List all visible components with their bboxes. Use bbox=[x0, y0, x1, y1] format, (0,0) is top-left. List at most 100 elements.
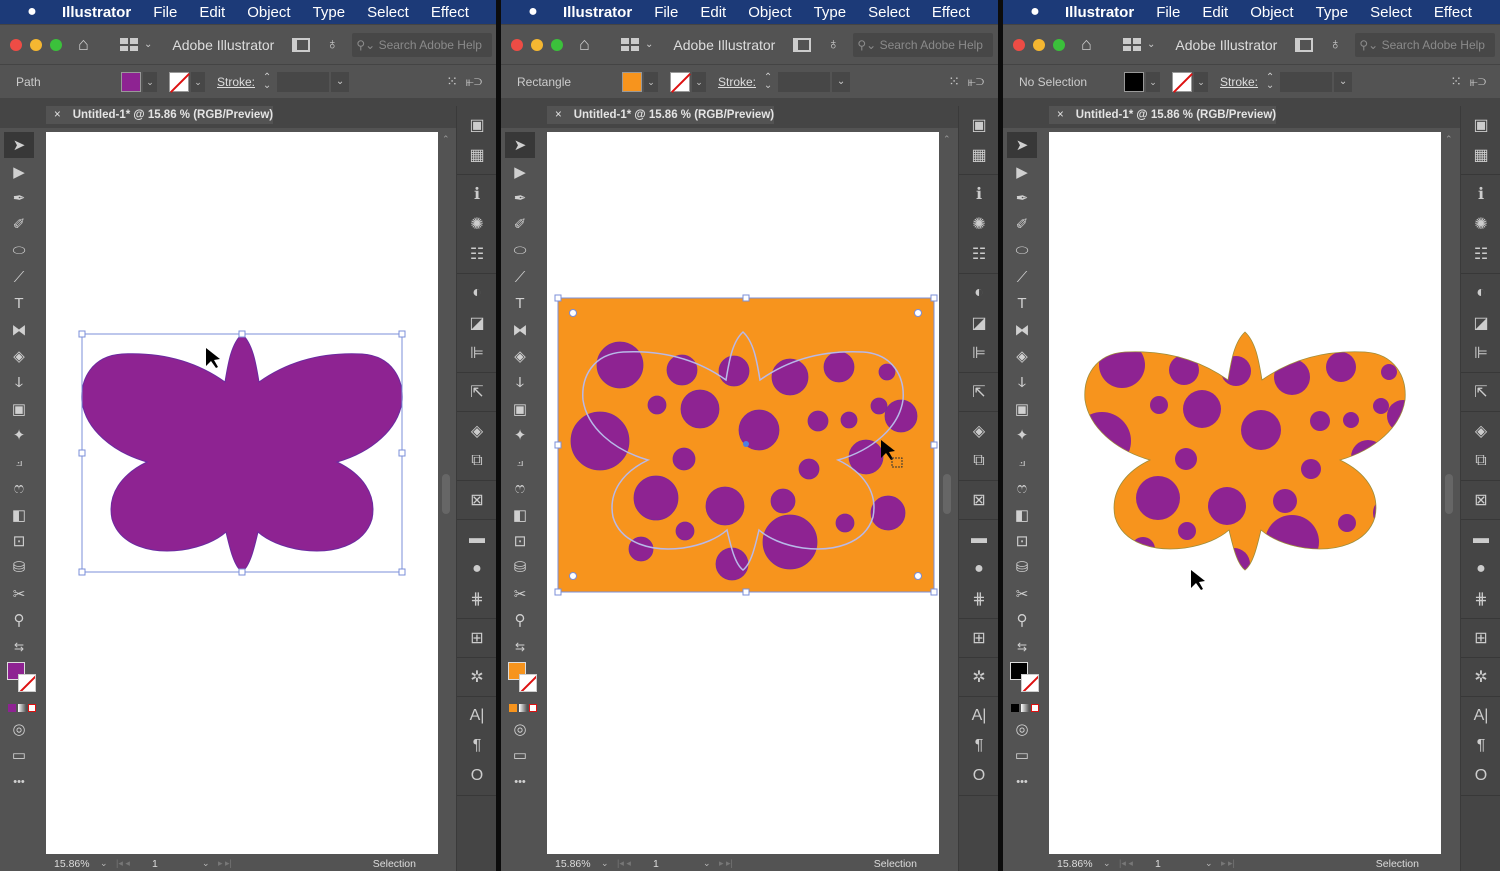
draw-mode-icon[interactable]: ◎ bbox=[505, 716, 535, 742]
export-icon[interactable]: ⇱ bbox=[959, 377, 998, 407]
paragraph-icon[interactable]: ¶ bbox=[959, 731, 998, 761]
next-last-artboard-buttons[interactable]: ▸ ▸| bbox=[719, 858, 799, 869]
menu-object[interactable]: Object bbox=[247, 4, 290, 21]
stroke-panel-icon[interactable]: ⋕ bbox=[1461, 584, 1500, 614]
stroke-weight-input[interactable] bbox=[1280, 71, 1333, 92]
gradient-tool[interactable]: ▣ bbox=[4, 396, 34, 422]
close-tab-icon[interactable]: × bbox=[54, 109, 61, 121]
reflect-tool[interactable]: ⧓ bbox=[1007, 317, 1037, 343]
info-icon[interactable]: ℹ bbox=[1461, 179, 1500, 209]
live-paint-tool[interactable]: ⛁ bbox=[1007, 554, 1037, 580]
pathfinder-icon[interactable]: ⊞ bbox=[959, 623, 998, 653]
stroke-weight-stepper[interactable]: ⌃ ⌄ bbox=[762, 72, 774, 90]
stroke-weight-dropdown[interactable]: ⌄ bbox=[331, 71, 350, 92]
character-icon[interactable]: A| bbox=[959, 701, 998, 731]
transform-icon[interactable]: ◪ bbox=[1461, 308, 1500, 338]
eraser-tool[interactable]: ◈ bbox=[505, 343, 535, 369]
stroke-weight-input[interactable] bbox=[277, 71, 330, 92]
scroll-up-icon[interactable]: ⌃ bbox=[1445, 134, 1453, 145]
export-icon[interactable]: ⇱ bbox=[1461, 377, 1500, 407]
close-tab-icon[interactable]: × bbox=[555, 109, 562, 121]
pin-tool[interactable]: ✦ bbox=[4, 422, 34, 448]
document-tab[interactable]: × Untitled-1* @ 15.86 % (RGB/Preview) bbox=[1049, 106, 1277, 124]
stroke-color-swatch-none[interactable] bbox=[169, 71, 189, 92]
zoom-tool[interactable]: ⚲ bbox=[1007, 607, 1037, 633]
shape-builder-tool[interactable]: ◧ bbox=[4, 501, 34, 527]
scroll-up-icon[interactable]: ⌃ bbox=[943, 134, 951, 145]
menu-app-name[interactable]: Illustrator bbox=[1065, 4, 1134, 21]
lightbulb-icon[interactable]: ♁ bbox=[827, 36, 839, 54]
artboards-icon[interactable]: ⧉ bbox=[1461, 446, 1500, 476]
stroke-weight-stepper[interactable]: ⌃ ⌄ bbox=[1264, 72, 1276, 90]
screen-mode-icon[interactable]: ▭ bbox=[1007, 742, 1037, 768]
artboard-number-field[interactable]: 1 bbox=[1155, 858, 1205, 870]
menu-app-name[interactable]: Illustrator bbox=[62, 4, 131, 21]
menu-edit[interactable]: Edit bbox=[199, 4, 225, 21]
gradient-tool[interactable]: ▣ bbox=[1007, 396, 1037, 422]
lightbulb-icon[interactable]: ♁ bbox=[326, 36, 338, 54]
zoom-level-field[interactable]: 15.86% bbox=[1049, 858, 1103, 870]
first-prev-artboard-buttons[interactable]: |◂ ◂ bbox=[1119, 858, 1155, 869]
curvature-tool[interactable]: ✐ bbox=[4, 211, 34, 237]
stroke-dropdown-chevron[interactable]: ⌄ bbox=[692, 71, 706, 92]
info-icon[interactable]: ℹ bbox=[457, 179, 496, 209]
pen-tool[interactable]: ✒ bbox=[4, 185, 34, 211]
type-tool[interactable]: T bbox=[4, 290, 34, 316]
menu-select[interactable]: Select bbox=[1370, 4, 1412, 21]
eyedropper-tool[interactable]: ⟓ bbox=[4, 449, 34, 475]
panel-toggle-icon[interactable] bbox=[292, 37, 311, 52]
color-guide-icon[interactable]: ◐ bbox=[1461, 278, 1500, 308]
asset-export-icon[interactable]: ⊠ bbox=[1461, 485, 1500, 515]
zoom-window-button[interactable] bbox=[50, 38, 62, 51]
apple-icon[interactable]: ● bbox=[523, 3, 543, 21]
panel-collapse-strip[interactable] bbox=[1003, 98, 1500, 106]
asset-export-icon[interactable]: ⊠ bbox=[457, 485, 496, 515]
opentype-icon[interactable]: O bbox=[959, 761, 998, 791]
draw-mode-icon[interactable]: ◎ bbox=[4, 716, 34, 742]
stroke-label[interactable]: Stroke: bbox=[1220, 75, 1258, 89]
menu-select[interactable]: Select bbox=[367, 4, 409, 21]
artboard-number-field[interactable]: 1 bbox=[152, 858, 202, 870]
none-mode-button[interactable] bbox=[1031, 703, 1039, 712]
artboard[interactable] bbox=[46, 132, 438, 854]
eyedropper-tool[interactable]: ⟓ bbox=[1007, 449, 1037, 475]
fill-dropdown-chevron[interactable]: ⌄ bbox=[143, 71, 157, 92]
pin-tool[interactable]: ✦ bbox=[1007, 422, 1037, 448]
color-guide-icon[interactable]: ◐ bbox=[959, 278, 998, 308]
direct-selection-tool[interactable]: ▶ bbox=[4, 158, 34, 184]
slice-tool[interactable]: ✂ bbox=[505, 581, 535, 607]
menu-object[interactable]: Object bbox=[748, 4, 791, 21]
stroke-indicator-none[interactable] bbox=[18, 673, 36, 692]
zoom-dropdown-chevron[interactable]: ⌄ bbox=[601, 858, 617, 869]
layers-icon[interactable]: ◈ bbox=[959, 416, 998, 446]
workspace-switcher[interactable]: ⌄ bbox=[120, 38, 152, 51]
minimize-window-button[interactable] bbox=[531, 38, 543, 51]
edit-toolbar-button[interactable]: ••• bbox=[4, 769, 34, 795]
panel-collapse-strip[interactable] bbox=[0, 98, 496, 106]
selection-tool[interactable]: ➤ bbox=[4, 132, 34, 159]
artboard[interactable] bbox=[547, 132, 939, 854]
lightbulb-icon[interactable]: ♁ bbox=[1329, 36, 1341, 54]
menu-type[interactable]: Type bbox=[313, 4, 346, 21]
transparency-icon[interactable]: ● bbox=[959, 554, 998, 584]
transform-icon[interactable]: ◪ bbox=[457, 308, 496, 338]
menu-edit[interactable]: Edit bbox=[700, 4, 726, 21]
transparency-icon[interactable]: ● bbox=[457, 554, 496, 584]
first-prev-artboard-buttons[interactable]: |◂ ◂ bbox=[116, 858, 152, 869]
reflect-tool[interactable]: ⧓ bbox=[4, 317, 34, 343]
slice-tool[interactable]: ✂ bbox=[1007, 581, 1037, 607]
color-mode-button[interactable] bbox=[509, 703, 517, 712]
zoom-window-button[interactable] bbox=[1053, 38, 1065, 51]
artboard-tool[interactable]: ⊡ bbox=[4, 528, 34, 554]
fill-color-swatch[interactable] bbox=[121, 71, 141, 92]
stroke-weight-stepper[interactable]: ⌃ ⌄ bbox=[261, 72, 273, 90]
paintbrush-tool[interactable]: ⟋ bbox=[4, 264, 34, 290]
stroke-dropdown-chevron[interactable]: ⌄ bbox=[1194, 71, 1208, 92]
zoom-level-field[interactable]: 15.86% bbox=[547, 858, 601, 870]
fill-stroke-widget[interactable] bbox=[1007, 660, 1041, 700]
current-tool-status[interactable]: Selection bbox=[373, 858, 416, 870]
color-icon[interactable]: ✺ bbox=[457, 209, 496, 239]
adjust-icon[interactable]: ☷ bbox=[457, 239, 496, 269]
gradient-panel-icon[interactable]: ▬ bbox=[959, 524, 998, 554]
stroke-indicator-none[interactable] bbox=[1021, 673, 1039, 692]
